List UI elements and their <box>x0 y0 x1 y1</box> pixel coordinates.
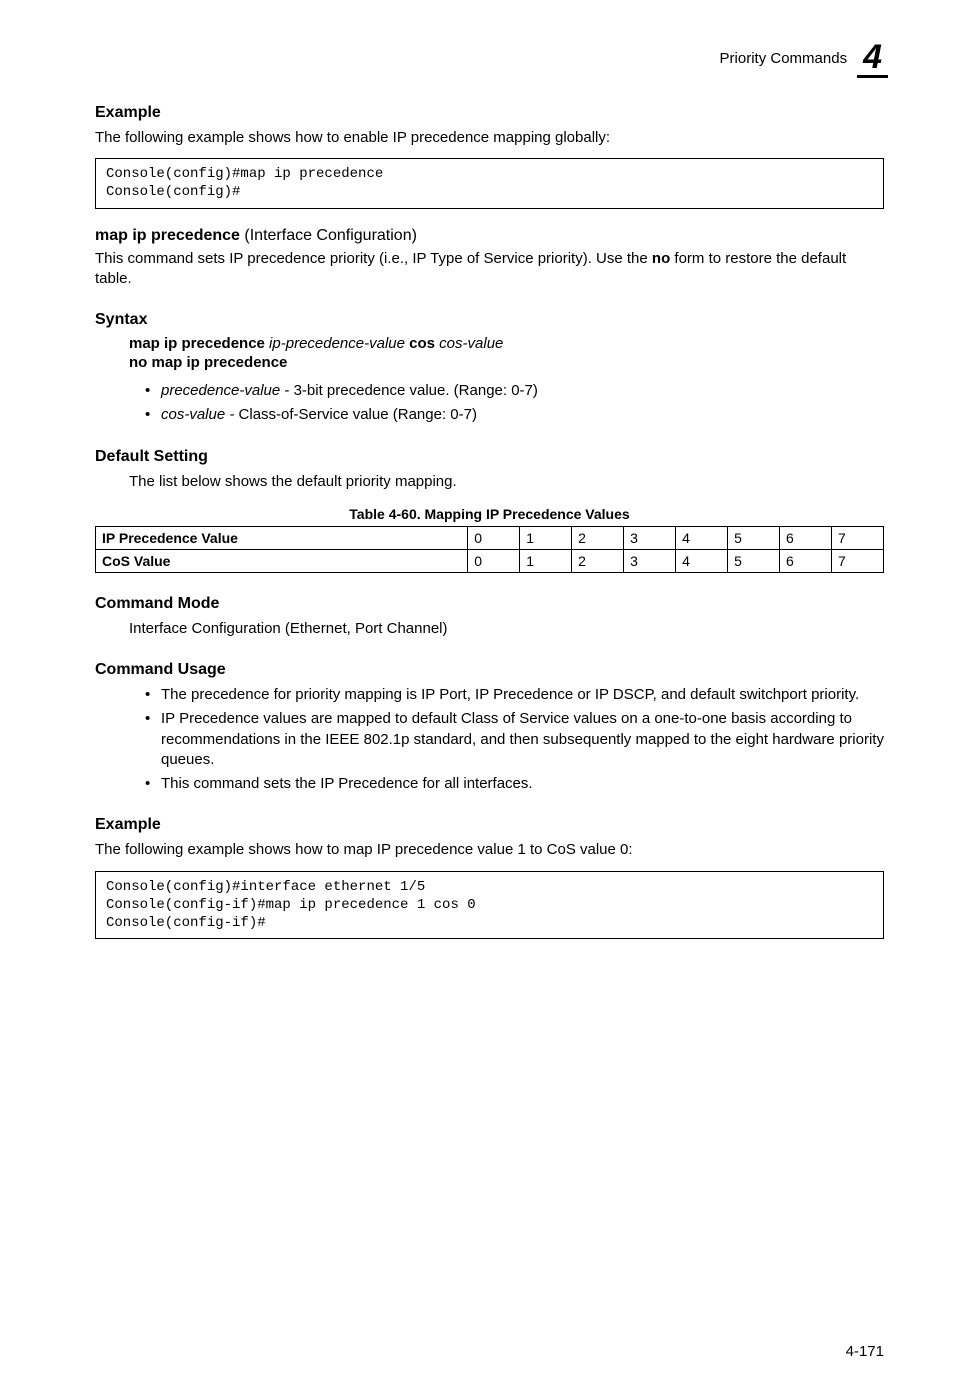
param-desc: - 3-bit precedence value. (Range: 0-7) <box>280 382 538 399</box>
command-usage-bullets: The precedence for priority mapping is I… <box>145 685 884 794</box>
command-context: (Interface Configuration) <box>240 227 417 244</box>
desc-text: This command sets IP precedence priority… <box>95 250 652 267</box>
default-setting-text: The list below shows the default priorit… <box>129 472 884 492</box>
list-item: cos-value - Class-of-Service value (Rang… <box>145 405 884 425</box>
syntax-heading: Syntax <box>95 311 884 329</box>
chapter-number-icon: 4 <box>861 40 884 76</box>
code-block: Console(config)#interface ethernet 1/5 C… <box>95 871 884 940</box>
command-title: map ip precedence (Interface Configurati… <box>95 227 884 245</box>
page-number: 4-171 <box>846 1343 884 1360</box>
table-cell: 5 <box>728 549 780 572</box>
table-cell: 2 <box>572 526 624 549</box>
param-name: cos-value - <box>161 406 234 423</box>
command-usage-heading: Command Usage <box>95 661 884 679</box>
command-mode-text: Interface Configuration (Ethernet, Port … <box>129 619 884 639</box>
table-row: IP Precedence Value 0 1 2 3 4 5 6 7 <box>96 526 884 549</box>
desc-bold: no <box>652 250 670 267</box>
table-cell: 4 <box>676 526 728 549</box>
param-name: precedence-value <box>161 382 280 399</box>
example-intro: The following example shows how to map I… <box>95 840 884 860</box>
command-mode-heading: Command Mode <box>95 595 884 613</box>
table-cell: 3 <box>624 526 676 549</box>
command-name: map ip precedence <box>95 227 240 244</box>
code-block: Console(config)#map ip precedence Consol… <box>95 158 884 208</box>
table-cell: 1 <box>520 549 572 572</box>
list-item: This command sets the IP Precedence for … <box>145 774 884 794</box>
table-cell: 0 <box>468 549 520 572</box>
syntax-bold: cos <box>409 335 435 352</box>
row-label: IP Precedence Value <box>96 526 468 549</box>
example-heading: Example <box>95 816 884 834</box>
table-cell: 6 <box>780 526 832 549</box>
table-cell: 6 <box>780 549 832 572</box>
table-row: CoS Value 0 1 2 3 4 5 6 7 <box>96 549 884 572</box>
example-heading: Example <box>95 104 884 122</box>
table-cell: 7 <box>832 549 884 572</box>
example-intro: The following example shows how to enabl… <box>95 128 884 148</box>
table-cell: 4 <box>676 549 728 572</box>
page-header: Priority Commands 4 <box>95 40 884 76</box>
table-caption: Table 4-60. Mapping IP Precedence Values <box>95 506 884 522</box>
header-title: Priority Commands <box>720 50 848 67</box>
list-item: precedence-value - 3-bit precedence valu… <box>145 381 884 401</box>
syntax-line: no map ip precedence <box>129 354 884 371</box>
syntax-block: map ip precedence ip-precedence-value co… <box>129 335 884 371</box>
default-setting-heading: Default Setting <box>95 448 884 466</box>
list-item: IP Precedence values are mapped to defau… <box>145 709 884 770</box>
syntax-line: map ip precedence ip-precedence-value co… <box>129 335 884 352</box>
table-cell: 5 <box>728 526 780 549</box>
syntax-ital: cos-value <box>435 335 503 352</box>
table-cell: 0 <box>468 526 520 549</box>
command-description: This command sets IP precedence priority… <box>95 249 884 290</box>
row-label: CoS Value <box>96 549 468 572</box>
syntax-ital: ip-precedence-value <box>265 335 409 352</box>
precedence-table: IP Precedence Value 0 1 2 3 4 5 6 7 CoS … <box>95 526 884 573</box>
table-cell: 3 <box>624 549 676 572</box>
table-cell: 1 <box>520 526 572 549</box>
syntax-bullets: precedence-value - 3-bit precedence valu… <box>145 381 884 426</box>
syntax-bold: map ip precedence <box>129 335 265 352</box>
table-cell: 2 <box>572 549 624 572</box>
table-cell: 7 <box>832 526 884 549</box>
param-desc: Class-of-Service value (Range: 0-7) <box>234 406 477 423</box>
list-item: The precedence for priority mapping is I… <box>145 685 884 705</box>
